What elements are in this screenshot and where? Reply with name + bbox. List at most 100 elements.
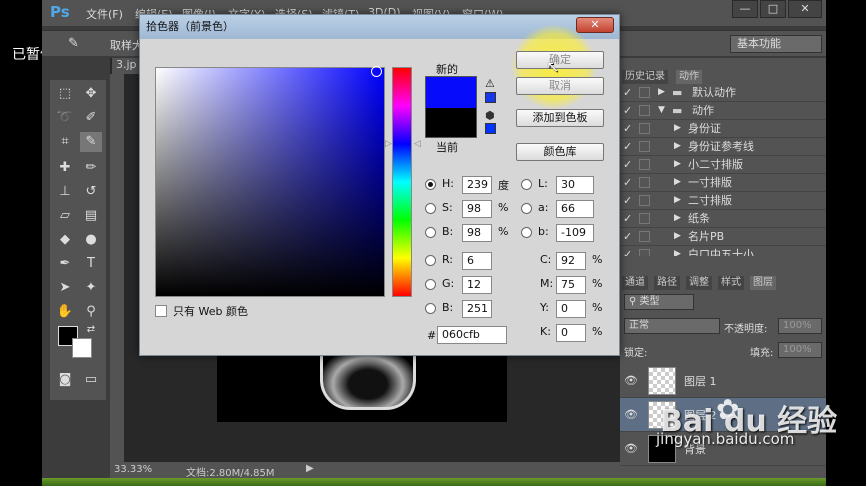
- expand-right-icon[interactable]: ▶: [674, 156, 681, 173]
- layer-kind-filter[interactable]: ⚲ 类型: [624, 294, 694, 310]
- gradient-tool-icon[interactable]: ▤: [80, 206, 102, 226]
- b-channel-radio[interactable]: [521, 227, 532, 238]
- lasso-tool-icon[interactable]: ➰: [54, 108, 76, 128]
- saturation-field[interactable]: 98: [462, 200, 492, 218]
- green-radio[interactable]: [425, 279, 436, 290]
- check-icon[interactable]: ✓: [623, 120, 635, 137]
- brightness-field[interactable]: 98: [462, 224, 492, 242]
- dialog-toggle-box[interactable]: [639, 249, 650, 256]
- lightness-radio[interactable]: [521, 179, 532, 190]
- shape-tool-icon[interactable]: ✦: [80, 278, 102, 298]
- tab-history[interactable]: 历史记录: [622, 70, 668, 84]
- check-icon[interactable]: ✓: [623, 156, 635, 173]
- hue-slider-left-arrow-icon[interactable]: ▷: [385, 139, 392, 149]
- tab-paths[interactable]: 路径: [654, 276, 680, 290]
- color-field-cursor[interactable]: [371, 66, 382, 77]
- tab-layers[interactable]: 图层: [750, 276, 776, 290]
- yellow-field[interactable]: 0: [556, 300, 586, 318]
- b-channel-field[interactable]: -109: [556, 224, 594, 242]
- web-only-checkbox[interactable]: [155, 305, 167, 317]
- check-icon[interactable]: ✓: [623, 246, 635, 256]
- action-row[interactable]: ▬ ✓ ▶ 默认动作: [620, 84, 826, 102]
- saturation-radio[interactable]: [425, 203, 436, 214]
- cyan-field[interactable]: 92: [556, 252, 586, 270]
- hue-slider[interactable]: [392, 67, 412, 297]
- visibility-eye-icon[interactable]: 👁: [624, 374, 638, 387]
- check-icon[interactable]: ✓: [623, 102, 635, 119]
- check-icon[interactable]: ✓: [623, 210, 635, 227]
- history-brush-icon[interactable]: ↺: [80, 182, 102, 202]
- expand-right-icon[interactable]: ▶: [674, 246, 681, 256]
- status-arrow-icon[interactable]: ▶: [306, 463, 314, 474]
- lightness-field[interactable]: 30: [556, 176, 594, 194]
- dodge-tool-icon[interactable]: ●: [80, 230, 102, 250]
- quick-select-icon[interactable]: ✐: [80, 108, 102, 128]
- check-icon[interactable]: ✓: [623, 192, 635, 209]
- add-to-swatches-button[interactable]: 添加到色板: [516, 109, 604, 127]
- visibility-eye-icon[interactable]: 👁: [624, 408, 638, 421]
- blur-tool-icon[interactable]: ◆: [54, 230, 76, 250]
- green-field[interactable]: 12: [462, 276, 492, 294]
- blend-mode-select[interactable]: 正常: [624, 318, 720, 334]
- path-select-icon[interactable]: ➤: [54, 278, 76, 298]
- hue-radio[interactable]: [425, 179, 436, 190]
- document-tab[interactable]: 3.jp: [112, 58, 142, 74]
- brightness-radio[interactable]: [425, 227, 436, 238]
- screen-mode-icon[interactable]: ▭: [80, 370, 102, 390]
- a-channel-field[interactable]: 66: [556, 200, 594, 218]
- action-row[interactable]: ✓ ▶ 纸条: [620, 210, 826, 228]
- dialog-toggle-box[interactable]: [639, 123, 650, 134]
- hue-slider-right-arrow-icon[interactable]: ◁: [414, 139, 421, 149]
- expand-right-icon[interactable]: ▶: [674, 120, 681, 137]
- saturation-brightness-field[interactable]: [155, 67, 385, 297]
- eraser-tool-icon[interactable]: ▱: [54, 206, 76, 226]
- move-tool-icon[interactable]: ✥: [80, 84, 102, 104]
- swap-colors-icon[interactable]: ⇄: [80, 320, 102, 340]
- menu-file[interactable]: 文件(F): [86, 6, 123, 22]
- action-row[interactable]: ▬ ✓ ▼ 动作: [620, 102, 826, 120]
- zoom-tool-icon[interactable]: ⚲: [80, 302, 102, 322]
- gamut-warning-icon[interactable]: ⚠: [485, 77, 495, 90]
- action-row[interactable]: ✓ ▶ 白口中五十小: [620, 246, 826, 256]
- tab-adjustments[interactable]: 调整: [686, 276, 712, 290]
- minimize-button[interactable]: —: [732, 0, 758, 18]
- hand-tool-icon[interactable]: ✋: [54, 302, 76, 322]
- marquee-tool-icon[interactable]: ⬚: [54, 84, 76, 104]
- color-libraries-button[interactable]: 颜色库: [516, 143, 604, 161]
- dialog-toggle-box[interactable]: [639, 141, 650, 152]
- background-color-swatch[interactable]: [72, 338, 92, 358]
- hex-field[interactable]: 060cfb: [437, 326, 507, 344]
- opacity-field[interactable]: 100%: [778, 318, 822, 334]
- cancel-button[interactable]: 取消: [516, 77, 604, 95]
- close-window-button[interactable]: ✕: [788, 0, 822, 18]
- check-icon[interactable]: ✓: [623, 84, 635, 101]
- dialog-toggle-box[interactable]: [639, 213, 650, 224]
- healing-brush-icon[interactable]: ✚: [54, 158, 76, 178]
- visibility-eye-icon[interactable]: 👁: [624, 442, 638, 455]
- zoom-level[interactable]: 33.33%: [114, 464, 152, 475]
- tab-styles[interactable]: 样式: [718, 276, 744, 290]
- eyedropper-tool-icon[interactable]: ✎: [80, 132, 102, 152]
- black-field[interactable]: 0: [556, 324, 586, 342]
- a-channel-radio[interactable]: [521, 203, 532, 214]
- brush-tool-icon[interactable]: ✏: [80, 158, 102, 178]
- check-icon[interactable]: ✓: [623, 174, 635, 191]
- magenta-field[interactable]: 75: [556, 276, 586, 294]
- gamut-warning-swatch[interactable]: [485, 92, 496, 103]
- pen-tool-icon[interactable]: ✒: [54, 254, 76, 274]
- blue-field[interactable]: 251: [462, 300, 492, 318]
- dialog-toggle-box[interactable]: [639, 159, 650, 170]
- fill-field[interactable]: 100%: [778, 342, 822, 358]
- expand-right-icon[interactable]: ▶: [674, 228, 681, 245]
- action-row[interactable]: ✓ ▶ 一寸排版: [620, 174, 826, 192]
- action-row[interactable]: ✓ ▶ 名片PB: [620, 228, 826, 246]
- check-icon[interactable]: ✓: [623, 228, 635, 245]
- ok-button[interactable]: 确定: [516, 51, 604, 69]
- check-icon[interactable]: ✓: [623, 138, 635, 155]
- workspace-select[interactable]: 基本功能: [730, 35, 822, 53]
- expand-right-icon[interactable]: ▶: [674, 210, 681, 227]
- dialog-toggle-box[interactable]: [639, 105, 650, 116]
- hue-field[interactable]: 239: [462, 176, 492, 194]
- expand-right-icon[interactable]: ▶: [658, 84, 665, 101]
- clone-stamp-icon[interactable]: ⊥: [54, 182, 76, 202]
